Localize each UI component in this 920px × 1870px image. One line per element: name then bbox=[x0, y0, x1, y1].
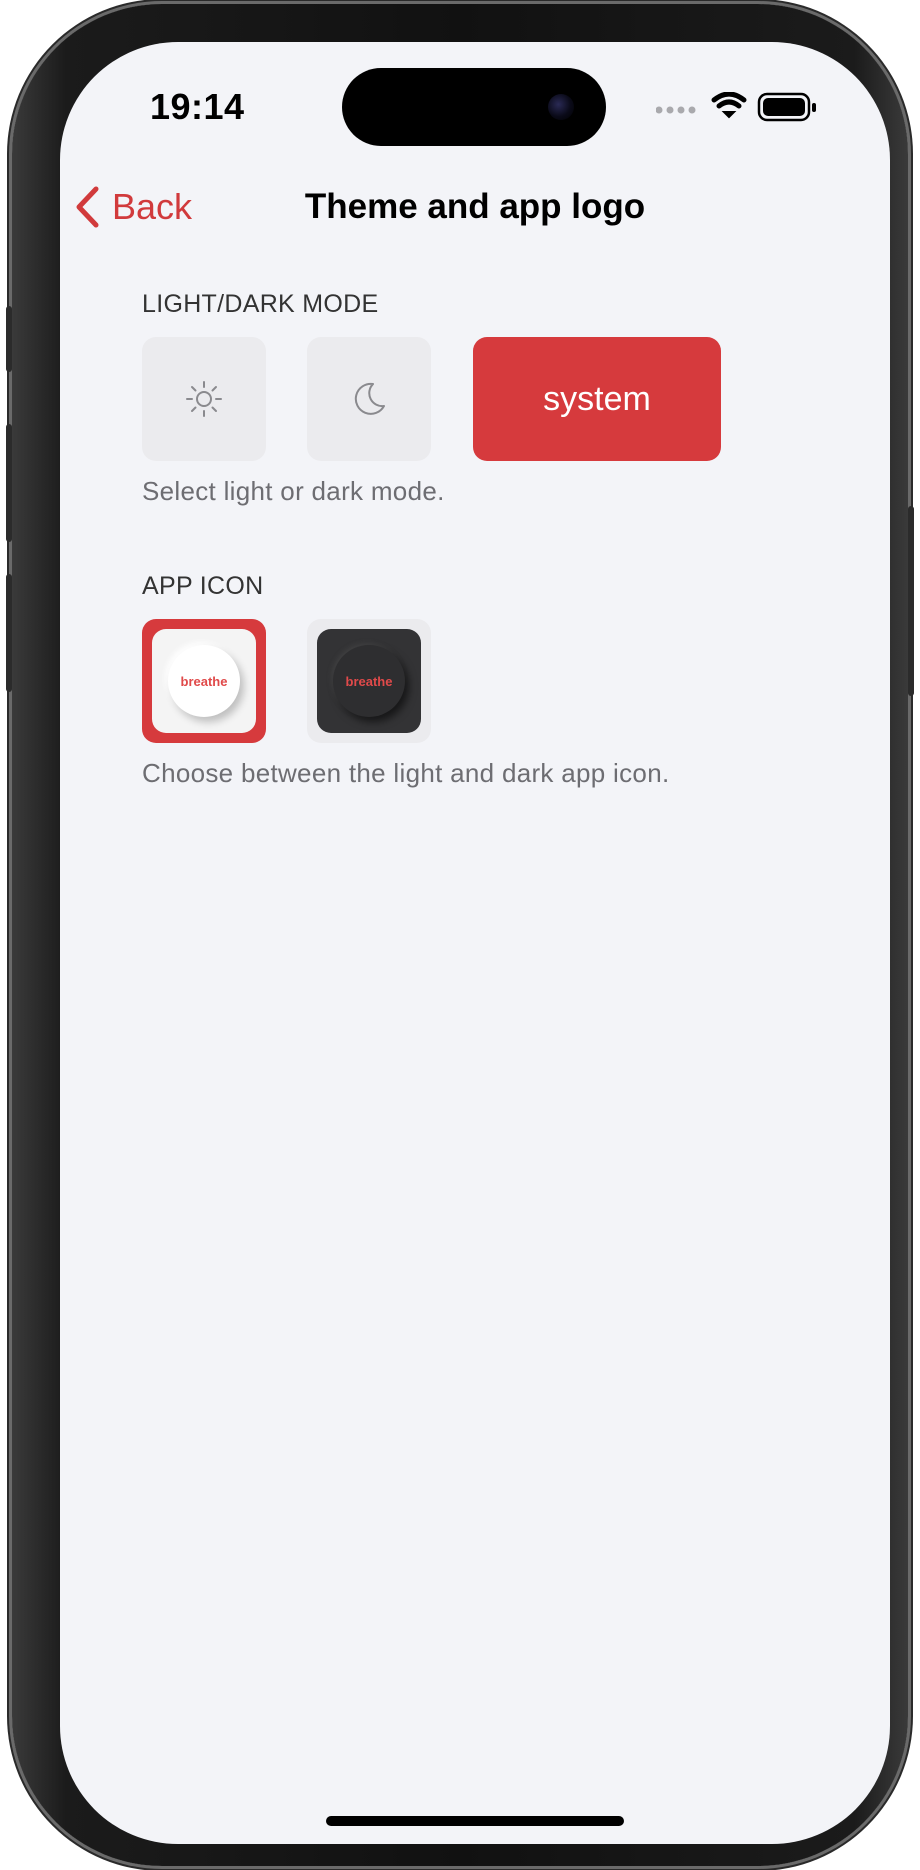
icon-section-footer: Choose between the light and dark app ic… bbox=[142, 758, 670, 788]
sun-icon bbox=[186, 381, 222, 417]
dark-app-icon-label: breathe bbox=[333, 645, 405, 717]
system-mode-option[interactable]: system bbox=[473, 337, 721, 461]
page-title: Theme and app logo bbox=[304, 187, 646, 226]
cellular-dots-icon bbox=[655, 106, 696, 114]
icon-section-header: APP ICON bbox=[142, 572, 264, 600]
screen: 19:14 Back Theme and app logo LIGHT/DARK… bbox=[60, 42, 890, 1844]
light-app-icon: breathe bbox=[152, 629, 256, 733]
dark-app-icon-option[interactable]: breathe bbox=[307, 619, 431, 743]
volume-up-button bbox=[6, 424, 12, 542]
status-icons bbox=[655, 91, 826, 126]
home-indicator[interactable] bbox=[326, 1816, 624, 1826]
power-button bbox=[908, 506, 914, 696]
light-app-icon-option[interactable]: breathe bbox=[142, 619, 266, 743]
theme-section-footer: Select light or dark mode. bbox=[142, 476, 445, 506]
theme-section-header: LIGHT/DARK MODE bbox=[142, 290, 379, 318]
dynamic-island bbox=[342, 68, 606, 146]
wifi-icon bbox=[711, 91, 747, 119]
action-button bbox=[6, 306, 12, 372]
moon-icon bbox=[354, 382, 385, 415]
dark-app-icon: breathe bbox=[317, 629, 421, 733]
light-mode-option[interactable] bbox=[142, 337, 266, 461]
status-time: 19:14 bbox=[150, 86, 245, 127]
camera-icon bbox=[548, 94, 574, 120]
phone-frame: 19:14 Back Theme and app logo LIGHT/DARK… bbox=[6, 4, 914, 1866]
battery-icon bbox=[757, 92, 816, 122]
dark-mode-option[interactable] bbox=[307, 337, 431, 461]
light-app-icon-label: breathe bbox=[168, 645, 240, 717]
volume-down-button bbox=[6, 574, 12, 692]
